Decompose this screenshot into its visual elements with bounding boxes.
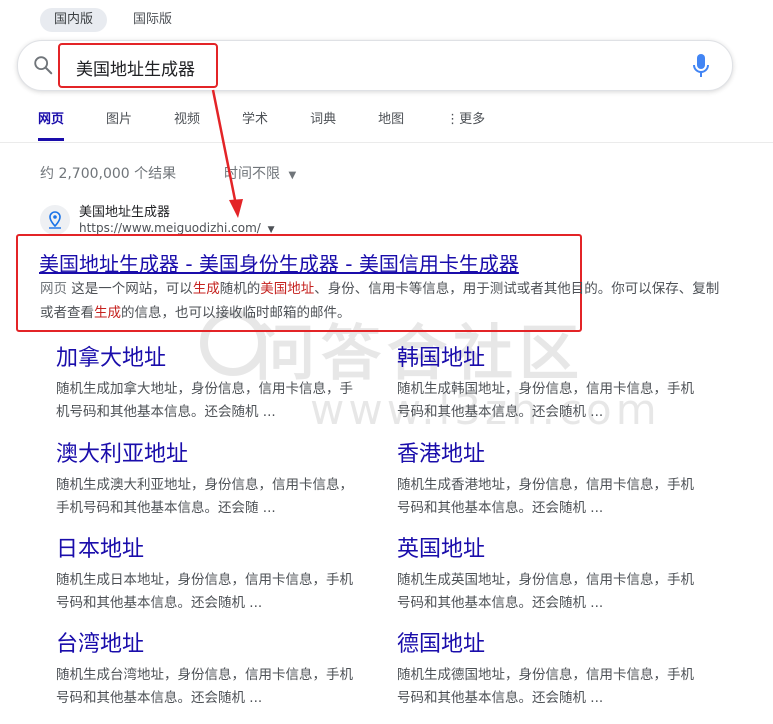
query-highlight-box: 美国地址生成器 bbox=[58, 43, 218, 88]
nav-images[interactable]: 图片 bbox=[106, 108, 132, 141]
sitelink: 德国地址 随机生成德国地址，身份信息，信用卡信息，手机号码和其他基本信息。还会随… bbox=[397, 630, 697, 710]
nav-web[interactable]: 网页 bbox=[38, 108, 65, 141]
tab-domestic[interactable]: 国内版 bbox=[40, 8, 108, 32]
sitelink-desc: 随机生成英国地址，身份信息，信用卡信息，手机号码和其他基本信息。还会随机 ... bbox=[397, 572, 694, 611]
sitelink-desc: 随机生成加拿大地址，身份信息，信用卡信息，手机号码和其他基本信息。还会随机 ..… bbox=[56, 381, 353, 420]
sitelink-desc: 随机生成韩国地址，身份信息，信用卡信息，手机号码和其他基本信息。还会随机 ... bbox=[397, 381, 694, 420]
sitelink-desc: 随机生成澳大利亚地址，身份信息，信用卡信息，手机号码和其他基本信息。还会随 ..… bbox=[56, 477, 353, 516]
sitelink-desc: 随机生成台湾地址，身份信息，信用卡信息，手机号码和其他基本信息。还会随机 ... bbox=[56, 667, 353, 706]
nav-maps[interactable]: 地图 bbox=[378, 108, 404, 141]
snippet-highlight: 生成 bbox=[192, 281, 220, 297]
more-dots-icon: ⋮ bbox=[446, 112, 460, 127]
sitelink: 加拿大地址 随机生成加拿大地址，身份信息，信用卡信息，手机号码和其他基本信息。还… bbox=[56, 344, 356, 424]
site-name: 美国地址生成器 bbox=[79, 205, 171, 220]
search-input[interactable]: 美国地址生成器 bbox=[76, 55, 195, 80]
sitelink-title[interactable]: 香港地址 bbox=[397, 442, 485, 467]
nav-videos[interactable]: 视频 bbox=[174, 108, 200, 141]
nav-more[interactable]: ⋮更多 bbox=[446, 108, 485, 141]
sitelink: 台湾地址 随机生成台湾地址，身份信息，信用卡信息，手机号码和其他基本信息。还会随… bbox=[56, 630, 356, 710]
search-bar[interactable]: 美国地址生成器 bbox=[17, 40, 733, 91]
sitelink: 澳大利亚地址 随机生成澳大利亚地址，身份信息，信用卡信息，手机号码和其他基本信息… bbox=[56, 440, 356, 520]
time-filter[interactable]: 时间不限 ▼ bbox=[224, 163, 296, 183]
tab-international[interactable]: 国际版 bbox=[119, 8, 186, 32]
sitelink-title[interactable]: 加拿大地址 bbox=[56, 346, 166, 371]
nav-more-label: 更多 bbox=[459, 112, 486, 127]
search-icon[interactable] bbox=[32, 54, 54, 76]
search-nav: 网页 图片 视频 学术 词典 地图 ⋮更多 bbox=[38, 108, 527, 141]
result-count: 约 2,700,000 个结果 bbox=[40, 166, 177, 182]
result-title-link[interactable]: 美国地址生成器 - 美国身份生成器 - 美国信用卡生成器 bbox=[39, 248, 519, 277]
time-filter-label: 时间不限 bbox=[224, 166, 280, 182]
map-pin-icon bbox=[49, 211, 61, 229]
site-url[interactable]: https://www.meiguodizhi.com/ ▼ bbox=[79, 221, 275, 235]
sitelink-title[interactable]: 日本地址 bbox=[56, 537, 144, 562]
snippet-highlight: 生成 bbox=[94, 305, 121, 321]
sitelink-title[interactable]: 德国地址 bbox=[397, 632, 485, 657]
sitelink-title[interactable]: 澳大利亚地址 bbox=[56, 442, 188, 467]
market-tabs: 国内版 国际版 bbox=[40, 8, 186, 32]
sitelink-desc: 随机生成香港地址，身份信息，信用卡信息，手机号码和其他基本信息。还会随机 ... bbox=[397, 477, 694, 516]
sitelink-title[interactable]: 韩国地址 bbox=[397, 346, 485, 371]
site-favicon[interactable] bbox=[40, 205, 70, 235]
nav-academic[interactable]: 学术 bbox=[242, 108, 268, 141]
snippet-tag: 网页 bbox=[40, 281, 67, 297]
microphone-icon[interactable] bbox=[692, 53, 710, 79]
nav-divider bbox=[0, 142, 773, 143]
site-url-text: https://www.meiguodizhi.com/ bbox=[79, 221, 261, 235]
caret-down-icon: ▼ bbox=[288, 170, 297, 181]
sitelink: 香港地址 随机生成香港地址，身份信息，信用卡信息，手机号码和其他基本信息。还会随… bbox=[397, 440, 697, 520]
sitelink: 韩国地址 随机生成韩国地址，身份信息，信用卡信息，手机号码和其他基本信息。还会随… bbox=[397, 344, 697, 424]
snippet-part: 这是一个网站，可以 bbox=[71, 281, 193, 297]
snippet-part: 随机的 bbox=[219, 281, 261, 297]
nav-dictionary[interactable]: 词典 bbox=[310, 108, 336, 141]
sitelink: 日本地址 随机生成日本地址，身份信息，信用卡信息，手机号码和其他基本信息。还会随… bbox=[56, 535, 356, 615]
result-snippet: 网页 这是一个网站，可以生成随机的美国地址、身份、信用卡等信息，用于测试或者其他… bbox=[40, 277, 720, 325]
sitelink-title[interactable]: 台湾地址 bbox=[56, 632, 144, 657]
snippet-highlight: 美国地址 bbox=[260, 281, 315, 297]
sitelink-desc: 随机生成日本地址，身份信息，信用卡信息，手机号码和其他基本信息。还会随机 ... bbox=[56, 572, 353, 611]
sitelink-desc: 随机生成德国地址，身份信息，信用卡信息，手机号码和其他基本信息。还会随机 ... bbox=[397, 667, 694, 706]
sitelink: 英国地址 随机生成英国地址，身份信息，信用卡信息，手机号码和其他基本信息。还会随… bbox=[397, 535, 697, 615]
snippet-part: 的信息，也可以接收临时邮箱的邮件。 bbox=[121, 305, 351, 321]
sitelink-title[interactable]: 英国地址 bbox=[397, 537, 485, 562]
